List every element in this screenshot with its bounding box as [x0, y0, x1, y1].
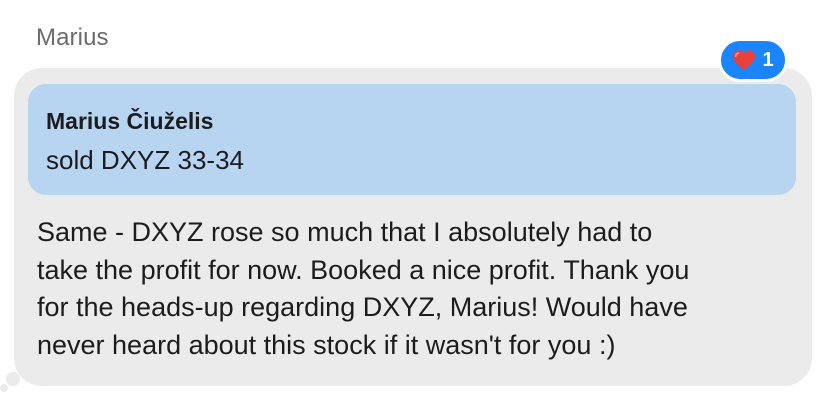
bubble-tail-small — [0, 384, 8, 392]
reaction-badge[interactable]: 1 — [718, 38, 788, 82]
message-text: Same - DXYZ rose so much that I absolute… — [37, 214, 807, 364]
message-line: Same - DXYZ rose so much that I absolute… — [37, 217, 653, 247]
sender-name: Marius — [36, 24, 109, 51]
heart-icon — [733, 50, 756, 70]
reaction-count: 1 — [762, 48, 774, 71]
message-line: for the heads-up regarding DXYZ, Marius!… — [37, 292, 688, 322]
bubble-tail — [6, 372, 20, 386]
message-line: never heard about this stock if it wasn'… — [37, 329, 616, 360]
reply-quote-author: Marius Čiuželis — [46, 108, 214, 134]
reply-quote[interactable]: Marius Čiuželis sold DXYZ 33-34 — [28, 84, 796, 195]
message-line: take the profit for now. Booked a nice p… — [37, 254, 690, 285]
reply-quote-text: sold DXYZ 33-34 — [46, 145, 244, 175]
